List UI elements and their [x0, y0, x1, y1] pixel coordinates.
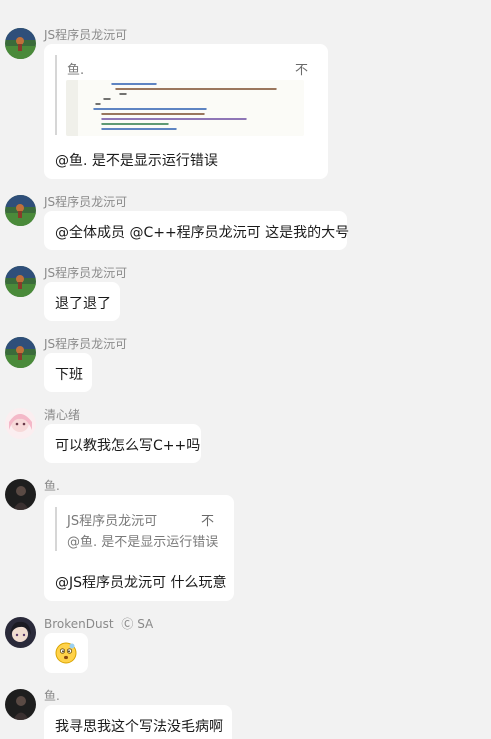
sender-name: 鱼. [44, 689, 60, 703]
sender-name: JS程序员龙沅可 [44, 337, 128, 351]
message-bubble[interactable]: 下班 [44, 353, 92, 392]
message-text: 我寻思我这个写法没毛病啊 [55, 719, 223, 735]
message-text: @鱼. 是不是显示运行错误 [55, 153, 218, 169]
landscape-avatar-icon[interactable] [5, 28, 36, 59]
message-text: @JS程序员龙沅可 什么玩意 [55, 575, 227, 591]
sender-name: 清心绪 [44, 408, 81, 422]
message-bubble[interactable]: 退了退了 [44, 282, 120, 321]
sender-name: BrokenDust Ⓒ SA [44, 615, 153, 632]
message-bubble[interactable]: JS程序员龙沅可 @鱼. 是不是显示运行错误 不 @JS程序员龙沅可 什么玩意 [44, 495, 234, 601]
quote-mark: 不 [201, 514, 215, 529]
message-text: @全体成员 @C++程序员龙沅可 这是我的大号 [55, 225, 350, 241]
sender-name: 鱼. [44, 479, 60, 493]
message-bubble[interactable]: 鱼. 不 @鱼. 是不是显示运行错误 [44, 44, 328, 179]
message-text: 可以教我怎么写C++吗 [55, 438, 201, 454]
sender-name: JS程序员龙沅可 [44, 266, 128, 280]
message-bubble[interactable]: 可以教我怎么写C++吗 [44, 424, 201, 463]
landscape-avatar-icon[interactable] [5, 266, 36, 297]
quote-author: 鱼. [67, 63, 85, 78]
sender-name: JS程序员龙沅可 [44, 195, 128, 209]
confused-face-emoji [55, 642, 77, 664]
quote-text: @鱼. 是不是显示运行错误 [67, 535, 219, 550]
landscape-avatar-icon[interactable] [5, 195, 36, 226]
sender-name: JS程序员龙沅可 [44, 28, 128, 42]
code-screenshot-image[interactable] [66, 80, 304, 136]
message-bubble[interactable] [44, 633, 88, 673]
quote-block[interactable]: JS程序员龙沅可 @鱼. 是不是显示运行错误 [55, 507, 219, 551]
dark-avatar-icon[interactable] [5, 479, 36, 510]
message-text: 下班 [55, 367, 83, 383]
sender-badge: Ⓒ SA [121, 617, 154, 631]
landscape-avatar-icon[interactable] [5, 337, 36, 368]
sender-name-text: BrokenDust [44, 617, 114, 631]
anime-girl-avatar-icon[interactable] [5, 408, 36, 439]
message-bubble[interactable]: @全体成员 @C++程序员龙沅可 这是我的大号 [44, 211, 350, 250]
message-text: 退了退了 [55, 296, 111, 312]
anime-boy-avatar-icon[interactable] [5, 617, 36, 648]
dark-avatar-icon[interactable] [5, 689, 36, 720]
quote-mark: 不 [295, 63, 309, 78]
quote-author: JS程序员龙沅可 [67, 514, 158, 529]
message-bubble[interactable]: 我寻思我这个写法没毛病啊 [44, 705, 232, 739]
